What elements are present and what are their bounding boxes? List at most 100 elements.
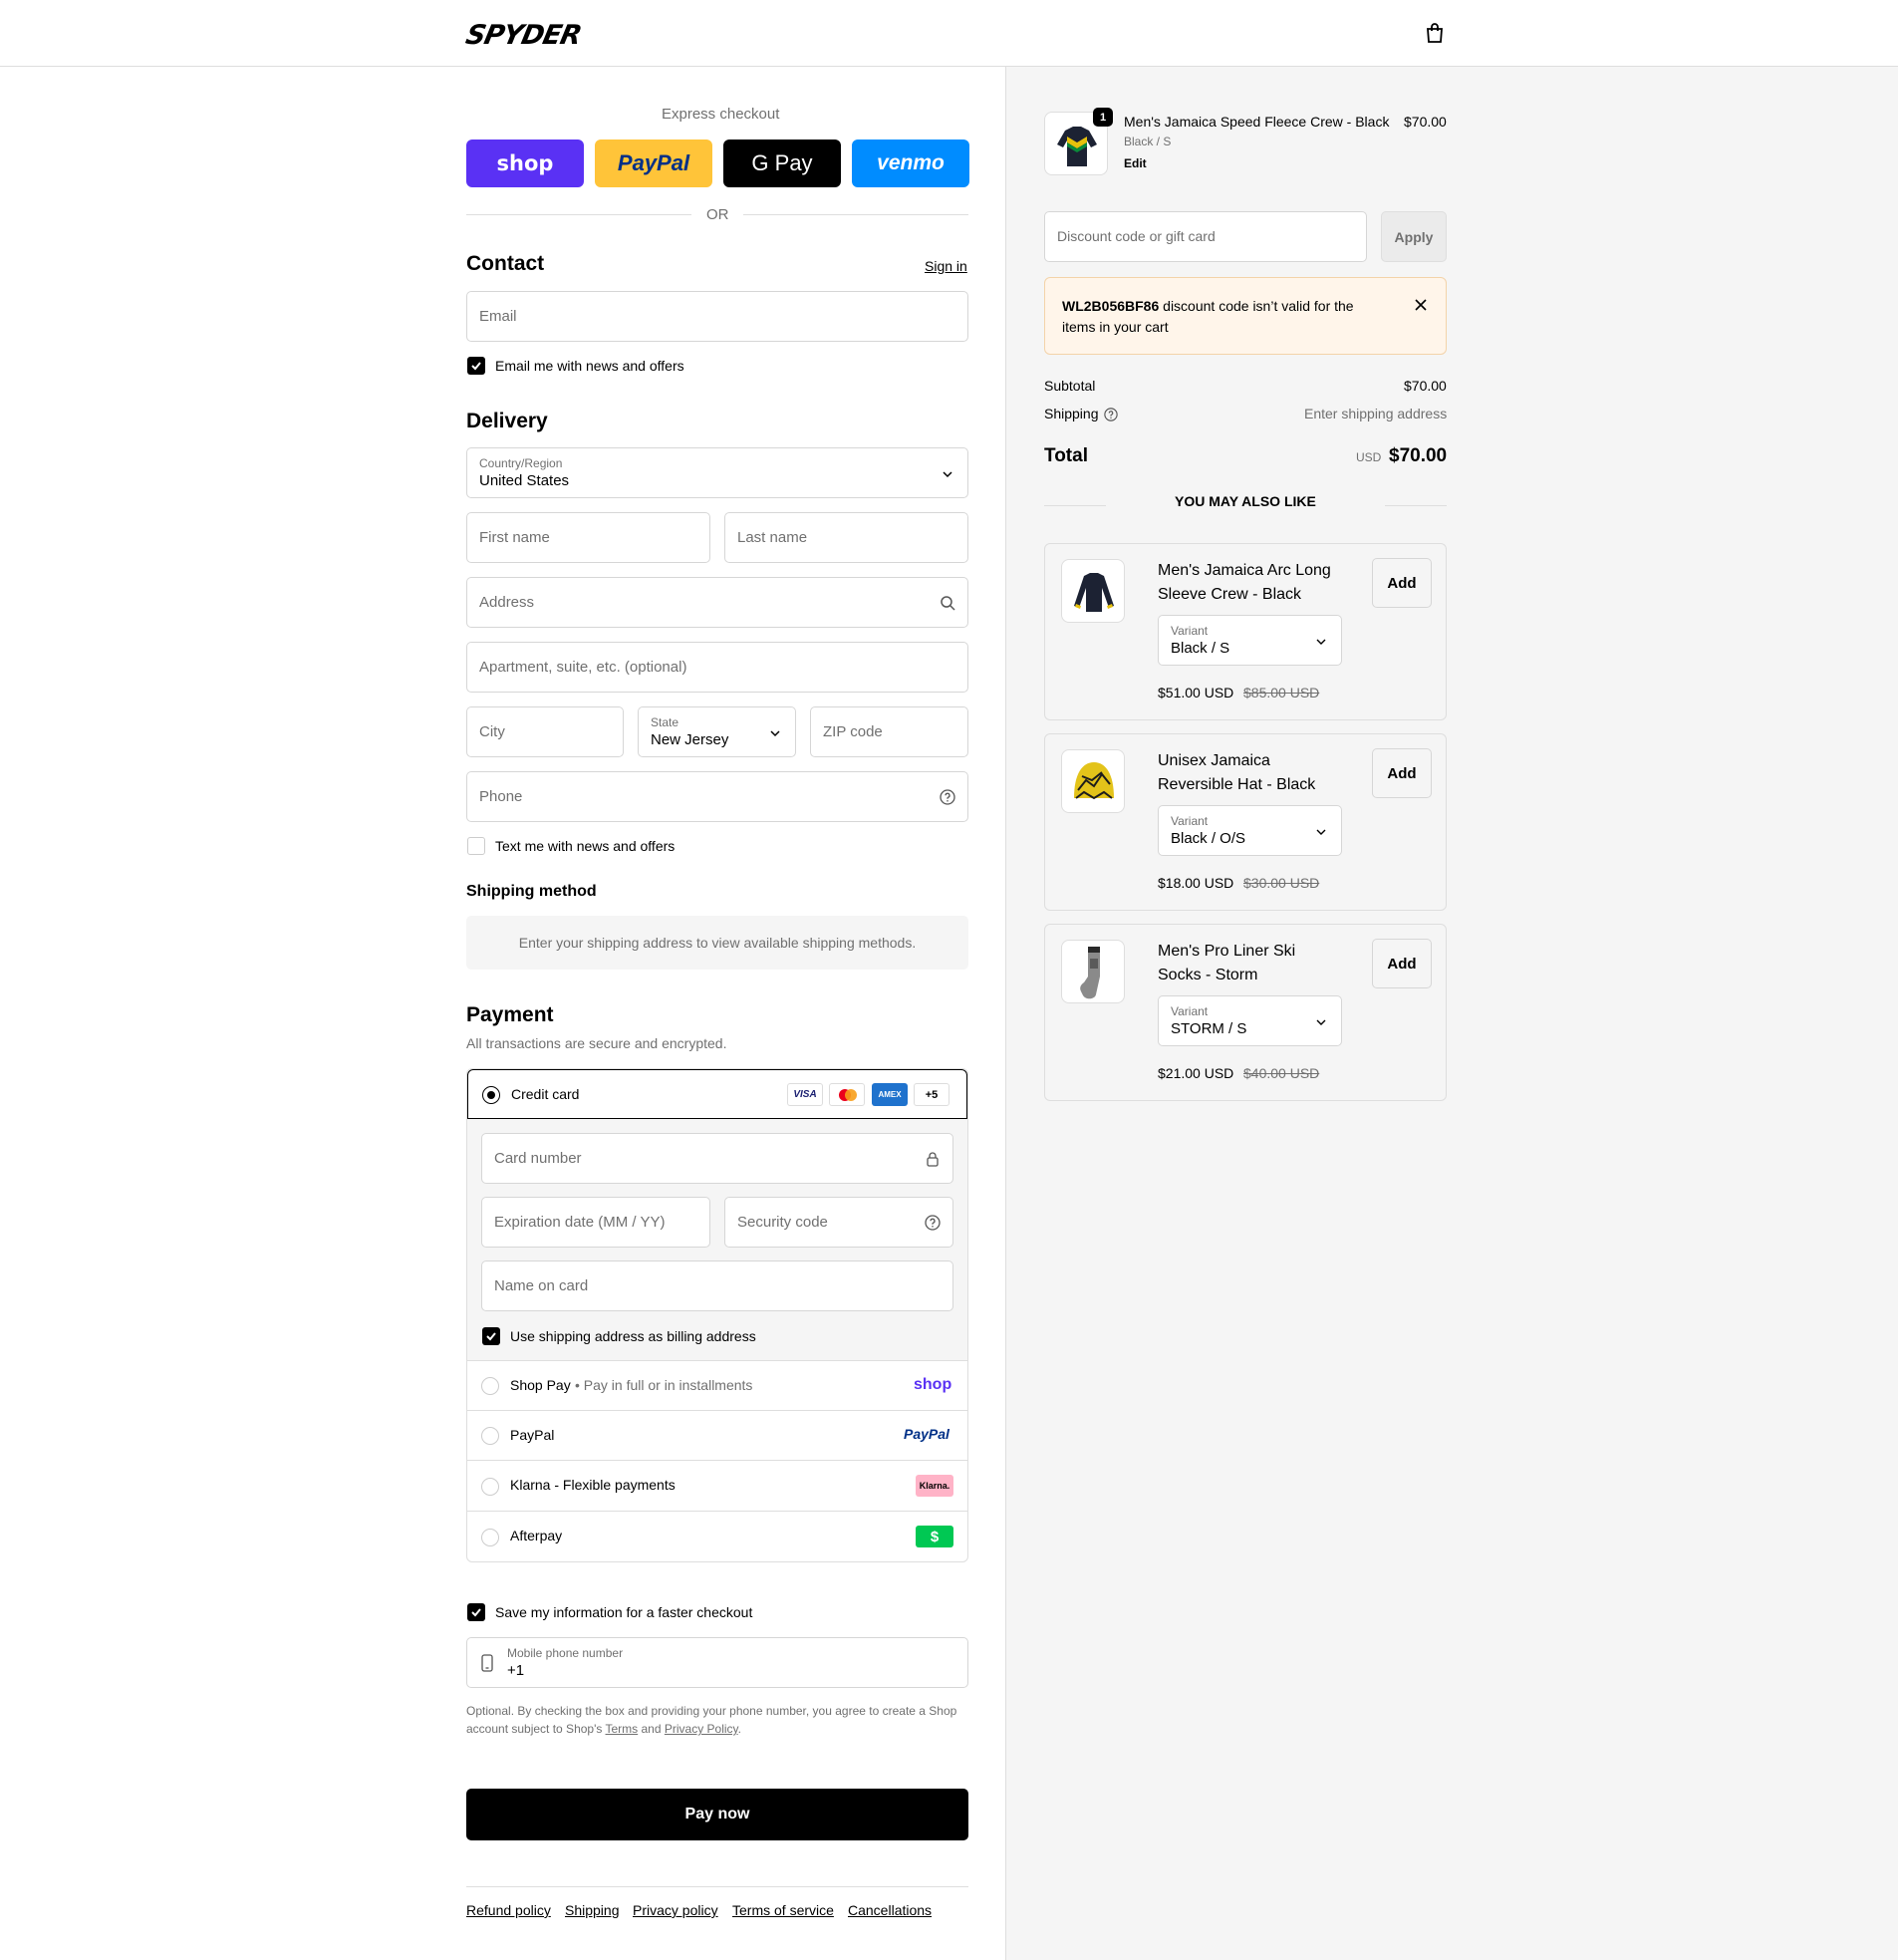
card-form: Card number Expiration date (MM / YY) Se… [467,1119,967,1360]
shipping-label: Shipping [1044,406,1099,421]
chevron-down-icon [770,730,780,737]
shipping-value: Enter shipping address [1304,406,1448,421]
upsell-variant-select[interactable]: Variant Black / S [1158,615,1342,666]
mobile-phone-field[interactable]: Mobile phone number +1 [466,1637,968,1688]
upsell-variant-select[interactable]: Variant STORM / S [1158,995,1342,1046]
klarna-option[interactable]: Klarna - Flexible payments Klarna. [467,1460,967,1511]
city-field[interactable]: City [466,706,624,757]
upsell-price: $18.00 USD [1158,875,1234,891]
venmo-express-button[interactable]: venmo [852,140,969,187]
shop-pay-radio[interactable] [481,1377,499,1395]
credit-card-label: Credit card [511,1086,580,1102]
upsell-name: Men's Jamaica Arc Long Sleeve Crew - Blac… [1158,559,1331,607]
email-field[interactable]: Email [466,291,968,342]
text-news-label: Text me with news and offers [495,838,676,854]
expiry-field[interactable]: Expiration date (MM / YY) [481,1197,710,1248]
close-icon[interactable] [1414,298,1428,312]
help-circle-icon[interactable] [925,1215,941,1231]
last-name-field[interactable]: Last name [724,512,968,563]
upsell-variant-select[interactable]: Variant Black / O/S [1158,805,1342,856]
cart-item-quantity-badge: 1 [1093,108,1113,127]
shop-pay-express-button[interactable]: shop [466,140,584,187]
upsell-name-line2: Socks - Storm [1158,967,1258,983]
save-legal-text: Optional. By checking the box and provid… [466,1702,968,1738]
pay-now-button[interactable]: Pay now [466,1789,968,1840]
billing-same-label: Use shipping address as billing address [510,1328,756,1344]
upsell-add-button[interactable]: Add [1372,558,1432,608]
phone-field[interactable]: Phone [466,771,968,822]
save-legal-and: and [638,1722,665,1736]
cart-item-name: Men's Jamaica Speed Fleece Crew - Black [1124,114,1390,130]
paypal-radio[interactable] [481,1427,499,1445]
email-news-checkbox[interactable] [467,357,485,375]
klarna-radio[interactable] [481,1478,499,1496]
shop-pay-label: Shop Pay [510,1377,571,1393]
credit-card-option[interactable]: Credit card VISA AMEX +5 [467,1069,967,1119]
name-on-card-field[interactable]: Name on card [481,1260,953,1311]
afterpay-radio[interactable] [481,1529,499,1546]
discount-error-text: WL2B056BF86 discount code isn’t valid fo… [1062,296,1381,338]
card-number-placeholder: Card number [494,1150,582,1167]
upsell-name-line2: Sleeve Crew - Black [1158,586,1302,603]
upsell-name-line2: Reversible Hat - Black [1158,776,1316,793]
phone-placeholder: Phone [479,788,523,805]
footer-privacy-policy-link[interactable]: Privacy policy [633,1902,718,1918]
address-placeholder: Address [479,594,535,611]
footer-refund-policy-link[interactable]: Refund policy [466,1902,551,1918]
apply-discount-button[interactable]: Apply [1381,211,1447,262]
footer-cancellations-link[interactable]: Cancellations [848,1902,932,1918]
upsell-card: Men's Pro Liner Ski Socks - Storm Add Var… [1044,924,1447,1101]
visa-icon: VISA [787,1083,823,1106]
address-field[interactable]: Address [466,577,968,628]
discount-code-field[interactable]: Discount code or gift card [1044,211,1367,262]
help-circle-icon[interactable] [1104,408,1118,421]
billing-same-checkbox[interactable] [482,1327,500,1345]
chevron-down-icon [1316,829,1326,835]
sign-in-link[interactable]: Sign in [925,258,967,274]
shop-terms-link[interactable]: Terms [606,1722,639,1736]
first-name-field[interactable]: First name [466,512,710,563]
upsell-variant-value: STORM / S [1171,1020,1247,1037]
discount-error-alert: WL2B056BF86 discount code isn’t valid fo… [1044,277,1447,355]
security-code-field[interactable]: Security code [724,1197,953,1248]
paypal-express-button[interactable]: PayPal [595,140,712,187]
cart-item-edit-link[interactable]: Edit [1124,156,1147,170]
apartment-placeholder: Apartment, suite, etc. (optional) [479,659,687,676]
footer-divider [466,1886,968,1887]
shop-pay-option[interactable]: Shop Pay • Pay in full or in installment… [467,1360,967,1410]
divider [466,214,691,215]
country-value: United States [479,472,570,489]
footer-shipping-link[interactable]: Shipping [565,1902,620,1918]
divider [1044,505,1106,506]
upsell-card: Unisex Jamaica Reversible Hat - Black Add… [1044,733,1447,911]
subtotal-value: $70.00 [1404,378,1447,394]
shop-pay-sub-text: Pay in full or in installments [583,1377,753,1393]
klarna-logo: Klarna. [916,1475,953,1497]
upsell-name-line1: Unisex Jamaica [1158,752,1270,769]
save-info-checkbox[interactable] [467,1603,485,1621]
shopping-bag-icon[interactable] [1425,22,1445,44]
shop-privacy-link[interactable]: Privacy Policy [665,1722,738,1736]
apartment-field[interactable]: Apartment, suite, etc. (optional) [466,642,968,693]
state-label: State [651,715,679,729]
text-news-checkbox[interactable] [467,837,485,855]
upsell-add-button[interactable]: Add [1372,939,1432,988]
credit-card-radio[interactable] [482,1086,500,1104]
footer-terms-link[interactable]: Terms of service [732,1902,834,1918]
country-select[interactable]: Country/Region United States [466,447,968,498]
help-circle-icon[interactable] [940,789,955,805]
paypal-option[interactable]: PayPal PayPal [467,1410,967,1460]
upsell-add-button[interactable]: Add [1372,748,1432,798]
card-number-field[interactable]: Card number [481,1133,953,1184]
brand-logo[interactable]: SPYDER [463,20,584,51]
lock-icon [927,1152,939,1167]
subtotal-label: Subtotal [1044,378,1096,394]
afterpay-option[interactable]: Afterpay $ [467,1511,967,1561]
state-select[interactable]: State New Jersey [638,706,796,757]
contact-title: Contact [466,252,545,275]
zip-field[interactable]: ZIP code [810,706,968,757]
amex-icon: AMEX [872,1083,908,1106]
delivery-title: Delivery [466,410,548,432]
google-pay-express-button[interactable]: G Pay [723,140,841,187]
long-sleeve-image [1074,573,1114,612]
